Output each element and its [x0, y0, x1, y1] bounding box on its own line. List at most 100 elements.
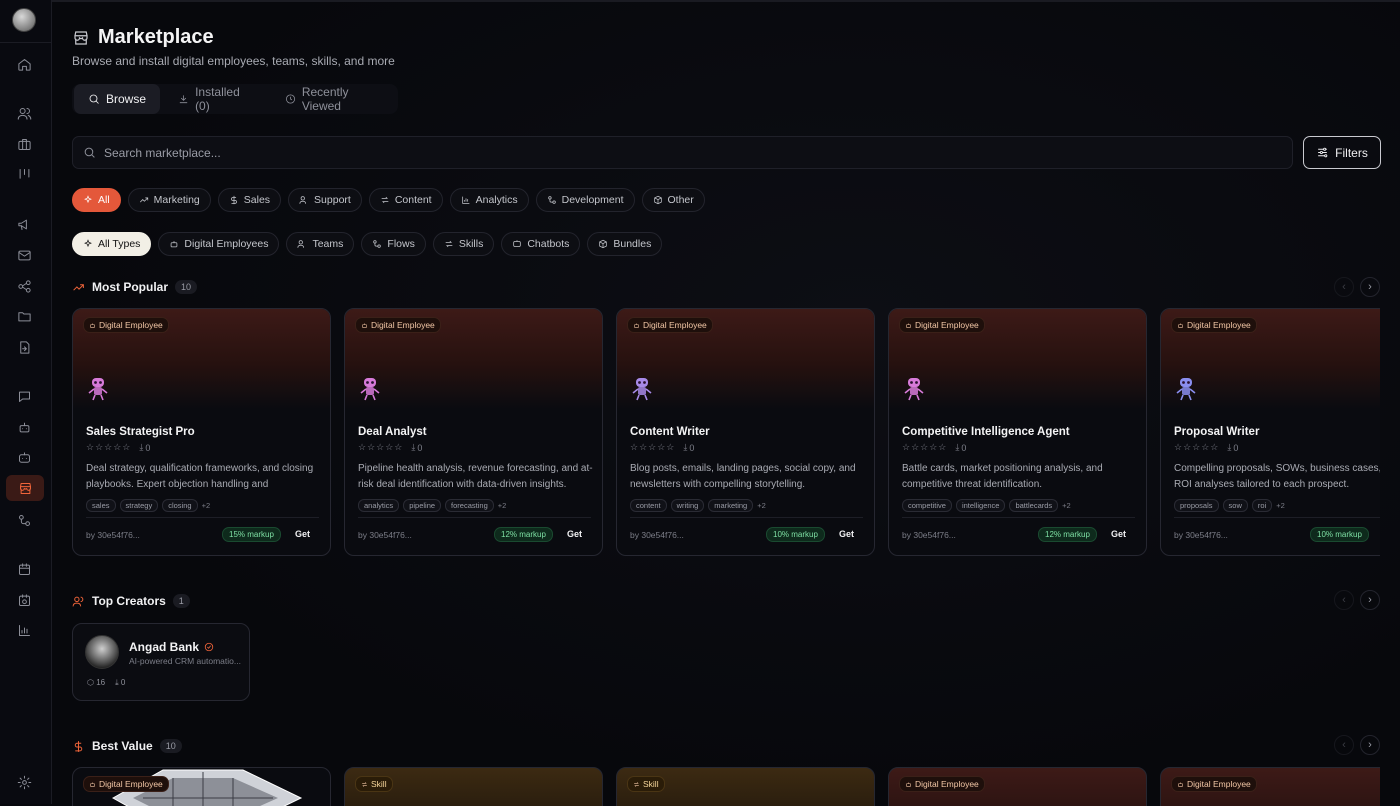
calendar-icon[interactable]	[14, 559, 34, 579]
store-icon[interactable]	[6, 475, 44, 501]
robot-icon	[904, 378, 924, 401]
search-input[interactable]	[104, 145, 1204, 160]
file-import-icon[interactable]	[14, 337, 34, 357]
download-count: ⤓ 0	[139, 442, 151, 453]
bot-icon	[90, 322, 95, 328]
popular-nav: ‹ ›	[1334, 277, 1380, 297]
card-description: Compelling proposals, SOWs, business cas…	[1174, 463, 1380, 490]
chip-label: All Types	[98, 238, 141, 250]
card-description: Pipeline health analysis, revenue foreca…	[358, 463, 593, 490]
type-badge: Skill	[627, 776, 665, 792]
sidebar-divider	[0, 42, 52, 43]
category-analytics[interactable]: Analytics	[449, 188, 529, 212]
category-development[interactable]: Development	[535, 188, 635, 212]
card-description: Blog posts, emails, landing pages, socia…	[630, 463, 856, 490]
author: by 30e54f76...	[358, 530, 412, 540]
tag: forecasting	[445, 499, 494, 512]
type-badge-label: Digital Employee	[1187, 320, 1251, 330]
marketplace-card[interactable]: Digital Employee Sales Strategist Pro ☆☆…	[72, 308, 331, 556]
tab-browse[interactable]: Browse	[74, 84, 161, 114]
more-tags: +2	[757, 501, 766, 510]
category-sales[interactable]: Sales	[217, 188, 282, 212]
briefcase-icon[interactable]	[14, 134, 34, 154]
get-button[interactable]: Get	[839, 529, 854, 539]
rating: ☆☆☆☆☆ ⤓ 0	[630, 442, 694, 453]
star-rating: ☆☆☆☆☆	[86, 442, 132, 452]
get-button[interactable]: Get	[295, 529, 310, 539]
megaphone-icon[interactable]	[14, 214, 34, 234]
prev-arrow-icon[interactable]: ‹	[1334, 590, 1354, 610]
items-count: 16	[96, 678, 106, 687]
category-filters: All Marketing Sales Support Content Anal…	[72, 188, 705, 212]
share-icon[interactable]	[14, 276, 34, 296]
repeat-icon	[634, 781, 639, 787]
type-teams[interactable]: Teams	[286, 232, 355, 256]
type-all[interactable]: All Types	[72, 232, 152, 256]
downloads-stat: ⤓ 0	[115, 678, 126, 687]
page-header: Marketplace	[72, 26, 214, 49]
chip-label: Analytics	[475, 194, 518, 206]
category-support[interactable]: Support	[288, 188, 362, 212]
type-digital-employees[interactable]: Digital Employees	[158, 232, 280, 256]
marketplace-card[interactable]: Skill	[344, 767, 603, 806]
marketplace-card[interactable]: Digital Employee	[888, 767, 1147, 806]
chat-icon[interactable]	[14, 386, 34, 406]
tag: strategy	[119, 499, 159, 512]
type-bundles[interactable]: Bundles	[587, 232, 663, 256]
creator-card[interactable]: Angad Bank AI-powered CRM automatio... ⬡…	[72, 623, 250, 701]
marketplace-card[interactable]: Digital Employee Competitive Intelligenc…	[888, 308, 1147, 556]
marketplace-card[interactable]: Skill	[616, 767, 875, 806]
users-icon[interactable]	[14, 103, 34, 123]
bot-icon[interactable]	[14, 417, 34, 437]
home-icon[interactable]	[14, 54, 34, 74]
get-button[interactable]: Get	[1111, 529, 1126, 539]
mail-icon[interactable]	[14, 245, 34, 265]
chip-label: Bundles	[613, 238, 652, 250]
card-description: Battle cards, market positioning analysi…	[902, 463, 1103, 490]
users-icon	[72, 596, 84, 606]
folder-icon[interactable]	[14, 306, 34, 326]
type-flows[interactable]: Flows	[361, 232, 426, 256]
bot-icon	[1178, 781, 1183, 787]
settings-icon[interactable]	[14, 772, 34, 792]
rating: ☆☆☆☆☆ ⤓ 0	[358, 442, 422, 453]
type-badge-label: Digital Employee	[915, 320, 979, 330]
marketplace-card[interactable]: Digital Employee	[1160, 767, 1380, 806]
get-button[interactable]: Get	[567, 529, 582, 539]
category-content[interactable]: Content	[368, 188, 443, 212]
category-other[interactable]: Other	[641, 188, 705, 212]
marketplace-card[interactable]: Digital Employee Proposal Writer ☆☆☆☆☆ ⤓…	[1160, 308, 1380, 556]
type-chatbots[interactable]: Chatbots	[501, 232, 581, 256]
prev-arrow-icon[interactable]: ‹	[1334, 277, 1354, 297]
tab-installed[interactable]: Installed (0)	[164, 84, 267, 114]
tab-recently-viewed[interactable]: Recently Viewed	[271, 84, 398, 114]
marketplace-card[interactable]: Digital Employee Deal Analyst ☆☆☆☆☆ ⤓ 0 P…	[344, 308, 603, 556]
tag: battlecards	[1009, 499, 1059, 512]
next-arrow-icon[interactable]: ›	[1360, 277, 1380, 297]
category-all[interactable]: All	[72, 188, 121, 212]
filters-button[interactable]: Filters	[1303, 136, 1381, 169]
download-count: ⤓ 0	[1227, 442, 1239, 453]
marketplace-card[interactable]: Digital Employee	[72, 767, 331, 806]
chatbot-icon[interactable]	[14, 448, 34, 468]
type-badge-label: Digital Employee	[99, 779, 163, 789]
next-arrow-icon[interactable]: ›	[1360, 590, 1380, 610]
type-skills[interactable]: Skills	[432, 232, 495, 256]
marketplace-card[interactable]: Digital Employee Content Writer ☆☆☆☆☆ ⤓ 0…	[616, 308, 875, 556]
chip-label: Skills	[458, 238, 484, 250]
user-avatar[interactable]	[12, 8, 36, 32]
tag: writing	[670, 499, 705, 512]
prev-arrow-icon[interactable]: ‹	[1334, 735, 1354, 755]
next-arrow-icon[interactable]: ›	[1360, 735, 1380, 755]
bar-chart-icon[interactable]	[14, 620, 34, 640]
calendar-clock-icon[interactable]	[14, 590, 34, 610]
dollar-icon	[74, 740, 83, 752]
kanban-icon[interactable]	[14, 164, 34, 184]
category-marketing[interactable]: Marketing	[127, 188, 211, 212]
workflow-icon[interactable]	[14, 510, 34, 530]
more-tags: +2	[497, 501, 507, 510]
sparkles-icon	[84, 195, 92, 204]
downloads-value: 0	[689, 442, 695, 453]
tag: sow	[1222, 499, 1248, 512]
rating: ☆☆☆☆☆ ⤓ 0	[86, 442, 150, 453]
